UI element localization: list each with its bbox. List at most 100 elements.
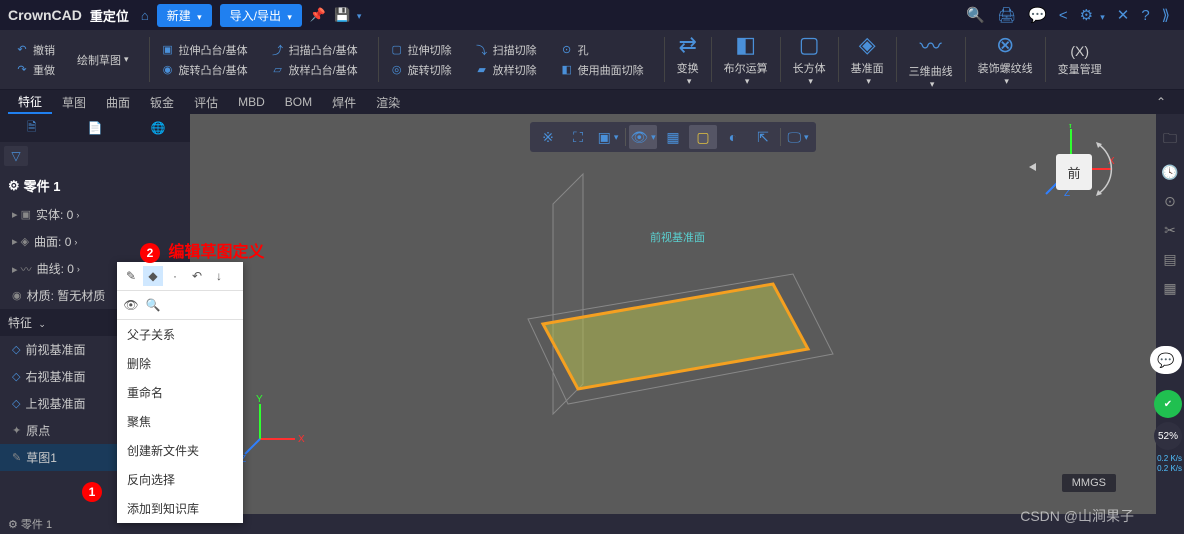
plane-tool[interactable]: ◈基准面▾	[843, 28, 892, 91]
pin-icon[interactable]: 📌	[310, 7, 326, 23]
ctx-hide-icon[interactable]: 👁	[121, 295, 141, 315]
loft-cut[interactable]: ▰放样切除	[474, 62, 537, 78]
hole-wizard[interactable]: ⊙孔	[559, 42, 589, 58]
ctx-add-knowledge[interactable]: 添加到知识库	[117, 494, 243, 523]
sketch-dropdown[interactable]: 绘制草图 ▾	[77, 52, 129, 68]
tree-solid[interactable]: ▸ ▣实体: 0 ›	[0, 201, 190, 228]
vt-center-icon[interactable]: ※	[534, 125, 562, 149]
tab-surface[interactable]: 曲面	[96, 92, 140, 113]
variable-manager[interactable]: (X)变量管理	[1050, 39, 1110, 81]
tab-render[interactable]: 渲染	[366, 92, 410, 113]
callout-2: 2 编辑草图定义	[140, 238, 264, 263]
sidetab-globe-icon[interactable]: 🌐	[127, 117, 190, 139]
thread-tool[interactable]: ⊗装饰螺纹线▾	[970, 28, 1041, 91]
tab-weld[interactable]: 焊件	[322, 92, 366, 113]
rail-layer-icon[interactable]: ▤	[1163, 251, 1176, 268]
ctx-down-icon[interactable]: ↓	[209, 266, 229, 286]
extrude-boss[interactable]: ▣拉伸凸台/基体	[160, 42, 248, 58]
close-icon[interactable]: ✕	[1117, 6, 1130, 24]
sweep-cut[interactable]: ⤵扫描切除	[474, 42, 537, 58]
vt-eye-icon[interactable]: 👁▾	[629, 125, 657, 149]
tab-feature[interactable]: 特征	[8, 91, 52, 114]
extrude-cut[interactable]: ▢拉伸切除	[389, 42, 452, 58]
view-cube-face[interactable]: 前	[1056, 154, 1092, 190]
sweep-boss[interactable]: ⤴扫描凸台/基体	[270, 42, 358, 58]
tab-sketch[interactable]: 草图	[52, 92, 96, 113]
tab-bom[interactable]: BOM	[275, 93, 322, 111]
ctx-focus[interactable]: 聚焦	[117, 407, 243, 436]
tab-evaluate[interactable]: 评估	[184, 92, 228, 113]
ctx-delete[interactable]: 删除	[117, 349, 243, 378]
surface-cut[interactable]: ◧使用曲面切除	[559, 62, 644, 78]
search-icon[interactable]: 🔍	[966, 6, 985, 24]
vt-monitor-icon[interactable]: 🖵▾	[784, 125, 812, 149]
new-button[interactable]: 新建 ▾	[157, 4, 212, 27]
tree-root[interactable]: ⚙ 零件 1	[0, 170, 190, 201]
transform-tool[interactable]: ⇄变换▾	[669, 28, 707, 91]
rail-calc-icon[interactable]: ▦	[1163, 280, 1176, 297]
collapse-ribbon-icon[interactable]: ⌃	[1146, 93, 1176, 111]
expand-icon[interactable]: ⟫	[1162, 6, 1170, 24]
watermark: CSDN @山涧果子	[1020, 506, 1134, 526]
ribbon-tabs: 特征 草图 曲面 钣金 评估 MBD BOM 焊件 渲染 ⌃	[0, 90, 1184, 114]
undo-button[interactable]: ↶撤销	[14, 42, 55, 58]
ctx-rename[interactable]: 重命名	[117, 378, 243, 407]
context-menu: ✎ ◆ · ↶ ↓ 👁 🔍 父子关系 删除 重命名 聚焦 创建新文件夹 反向选择…	[117, 262, 243, 523]
view-cube[interactable]: X Y Z 前	[1026, 124, 1116, 214]
tab-sheetmetal[interactable]: 钣金	[140, 92, 184, 113]
ctx-zoom-icon[interactable]: 🔍	[143, 295, 163, 315]
vt-arrow-icon[interactable]: ⇱	[749, 125, 777, 149]
ctx-new-folder[interactable]: 创建新文件夹	[117, 436, 243, 465]
tab-mbd[interactable]: MBD	[228, 93, 275, 111]
ctx-point-icon[interactable]: ·	[165, 266, 185, 286]
chat-icon[interactable]: 💬	[1028, 6, 1047, 24]
sidetab-paper-icon[interactable]: 📄	[63, 117, 126, 139]
boolean-tool[interactable]: ◧布尔运算▾	[716, 28, 776, 91]
rail-target-icon[interactable]: ⊙	[1164, 193, 1176, 210]
rail-clock-icon[interactable]: 🕓	[1161, 164, 1178, 181]
rail-folder-icon[interactable]: 🗀	[1163, 128, 1177, 152]
vt-wire-icon[interactable]: ▢	[689, 125, 717, 149]
view-toolbar: ※ ⛶ ▣▾ 👁▾ ▦ ▢ ◐ ⇱ 🖵▾	[530, 122, 816, 152]
svg-text:Y: Y	[256, 394, 263, 405]
axis-gizmo-small: X Y Z	[240, 394, 310, 464]
ctx-invert-select[interactable]: 反向选择	[117, 465, 243, 494]
curve3d-tool[interactable]: 〰三维曲线▾	[901, 25, 961, 94]
revolve-cut[interactable]: ◎旋转切除	[389, 62, 452, 78]
ctx-edit-def-icon[interactable]: ◆	[143, 266, 163, 286]
cuboid-tool[interactable]: ▢长方体▾	[785, 28, 834, 91]
rail-clip-icon[interactable]: ✂	[1164, 222, 1176, 239]
svg-text:X: X	[298, 434, 305, 445]
filter-icon[interactable]: ▽	[4, 146, 28, 166]
scene-geometry	[473, 164, 873, 464]
gear-icon[interactable]: ⚙ ▾	[1080, 6, 1105, 24]
svg-text:Y: Y	[1067, 124, 1074, 131]
float-percent[interactable]: 52%	[1154, 422, 1182, 450]
import-export-button[interactable]: 导入/导出 ▾	[220, 4, 302, 27]
callout-1: 1	[82, 482, 106, 502]
viewport-3d[interactable]: ※ ⛶ ▣▾ 👁▾ ▦ ▢ ◐ ⇱ 🖵▾ 前视基准面 X	[190, 114, 1156, 514]
float-chat-icon[interactable]: 💬	[1150, 346, 1182, 374]
ctx-undo-icon[interactable]: ↶	[187, 266, 207, 286]
print-icon[interactable]: 🖨	[997, 6, 1016, 24]
help-icon[interactable]: ?	[1141, 7, 1149, 24]
sidetab-tree-icon[interactable]: 🗎	[0, 114, 63, 143]
vt-shaded-icon[interactable]: ▦	[659, 125, 687, 149]
vt-cube-icon[interactable]: ▣▾	[594, 125, 622, 149]
vt-fit-icon[interactable]: ⛶	[564, 125, 592, 149]
ctx-parent-child[interactable]: 父子关系	[117, 320, 243, 349]
float-downspeed: 0.2 K/s	[1154, 464, 1182, 474]
loft-boss[interactable]: ▱放样凸台/基体	[270, 62, 358, 78]
ctx-edit-sketch-icon[interactable]: ✎	[121, 266, 141, 286]
save-icon[interactable]: 💾 ▾	[334, 7, 361, 23]
share-icon[interactable]: <	[1059, 7, 1068, 24]
float-shield-icon[interactable]: ✔	[1154, 390, 1182, 418]
status-part[interactable]: ⚙ 零件 1	[8, 516, 52, 532]
float-upspeed: 0.2 K/s	[1154, 454, 1182, 464]
vt-section-icon[interactable]: ◐	[719, 125, 747, 149]
ribbon: ↶撤销 ↷重做 绘制草图 ▾ ▣拉伸凸台/基体 ◉旋转凸台/基体 ⤴扫描凸台/基…	[0, 30, 1184, 90]
redo-button[interactable]: ↷重做	[14, 62, 55, 78]
revolve-boss[interactable]: ◉旋转凸台/基体	[160, 62, 248, 78]
home-icon[interactable]: ⌂	[141, 8, 149, 23]
units-indicator[interactable]: MMGS	[1062, 474, 1116, 492]
